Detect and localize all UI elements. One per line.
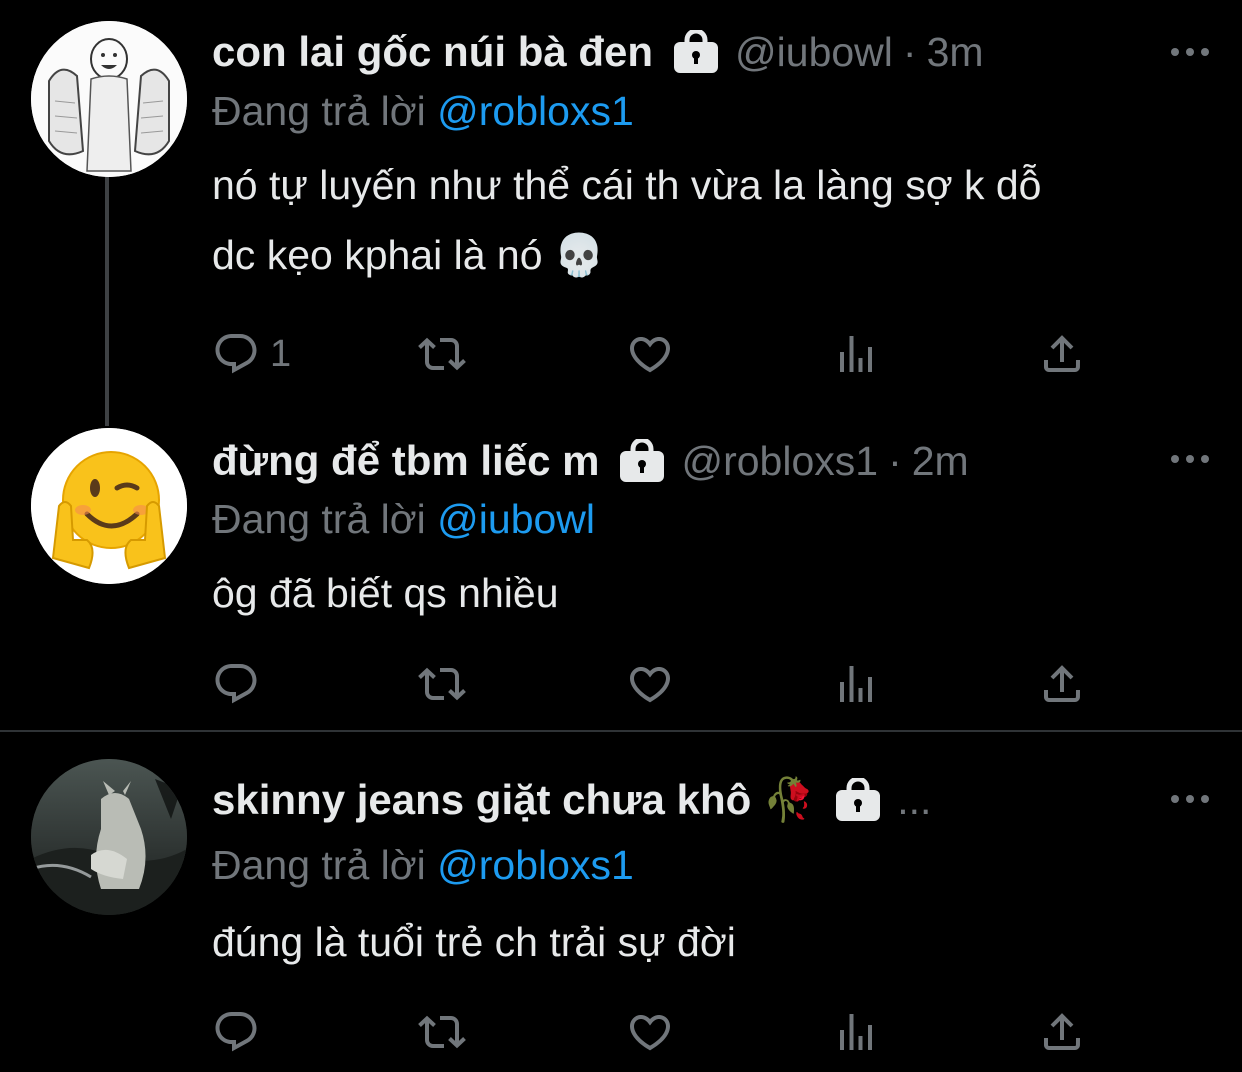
replying-prefix: Đang trả lời: [212, 88, 426, 134]
more-icon[interactable]: [1168, 449, 1212, 469]
share-button[interactable]: [1038, 324, 1086, 384]
views-button[interactable]: [832, 654, 880, 714]
reply-button[interactable]: [212, 654, 270, 714]
views-button[interactable]: [832, 1002, 880, 1062]
tweet-text: ôg đã biết qs nhiều: [212, 558, 1212, 628]
tweet-text-line: dc kẹo kphai là nó 💀: [212, 232, 605, 278]
retweet-button[interactable]: [418, 324, 466, 384]
views-icon: [832, 1008, 880, 1056]
reply-icon: [212, 660, 260, 708]
reply-icon: [212, 330, 260, 378]
tweet-header: skinny jeans giặt chưa khô 🥀 ...: [212, 770, 931, 830]
tweet-header: con lai gốc núi bà đen @iubowl · 3m: [212, 22, 984, 82]
like-icon: [626, 660, 674, 708]
username-handle-truncated[interactable]: ...: [897, 777, 931, 824]
avatar[interactable]: [31, 428, 187, 584]
tweet-text-line: đúng là tuổi trẻ ch trải sự đời: [212, 919, 736, 965]
separator-dot: ·: [888, 437, 902, 484]
timestamp[interactable]: 3m: [927, 29, 984, 76]
like-icon: [626, 330, 674, 378]
avatar[interactable]: [31, 21, 187, 177]
share-button[interactable]: [1038, 654, 1086, 714]
username-handle[interactable]: @iubowl: [735, 29, 893, 76]
replying-prefix: Đang trả lời: [212, 496, 426, 542]
retweet-icon: [418, 330, 466, 378]
share-icon: [1038, 330, 1086, 378]
mention-link[interactable]: @robloxs1: [437, 842, 634, 888]
share-icon: [1038, 660, 1086, 708]
tweet-2[interactable]: đừng để tbm liếc m @robloxs1 · 2m Đang t…: [0, 420, 1242, 730]
timestamp[interactable]: 2m: [912, 438, 969, 485]
display-name[interactable]: đừng để tbm liếc m: [212, 437, 599, 485]
lock-icon: [673, 30, 719, 74]
lock-icon: [619, 439, 665, 483]
thumbs-up-sketch-avatar-icon: [31, 21, 187, 177]
like-icon: [626, 1008, 674, 1056]
more-icon[interactable]: [1168, 789, 1212, 809]
tweet-text: đúng là tuổi trẻ ch trải sự đời: [212, 907, 1212, 977]
reply-button[interactable]: [212, 1002, 270, 1062]
tweet-text-line: nó tự luyến như thể cái th vừa la làng s…: [212, 162, 1042, 208]
replying-to: Đang trả lời @robloxs1: [212, 842, 634, 889]
tweet-text: nó tự luyến như thể cái th vừa la làng s…: [212, 150, 1212, 290]
display-name[interactable]: skinny jeans giặt chưa khô 🥀: [212, 776, 815, 825]
separator-dot: ·: [902, 28, 917, 75]
replying-to: Đang trả lời @robloxs1: [212, 88, 634, 135]
reply-count: 1: [270, 332, 292, 375]
share-button[interactable]: [1038, 1002, 1086, 1062]
retweet-button[interactable]: [418, 1002, 466, 1062]
tweet-header: đừng để tbm liếc m @robloxs1 · 2m: [212, 431, 969, 491]
replying-to: Đang trả lời @iubowl: [212, 496, 595, 543]
views-button[interactable]: [832, 324, 880, 384]
tweet-text-line: ôg đã biết qs nhiều: [212, 570, 559, 616]
werewolf-art-avatar-icon: [31, 759, 187, 915]
like-button[interactable]: [626, 1002, 674, 1062]
winking-emoji-avatar-icon: [31, 428, 187, 584]
retweet-icon: [418, 660, 466, 708]
display-name[interactable]: con lai gốc núi bà đen: [212, 28, 653, 76]
username-handle[interactable]: @robloxs1: [681, 438, 878, 485]
views-icon: [832, 330, 880, 378]
replying-prefix: Đang trả lời: [212, 842, 426, 888]
more-icon[interactable]: [1168, 42, 1212, 62]
views-icon: [832, 660, 880, 708]
like-button[interactable]: [626, 324, 674, 384]
reply-icon: [212, 1008, 260, 1056]
retweet-button[interactable]: [418, 654, 466, 714]
action-bar: [212, 1002, 1092, 1062]
lock-icon: [835, 778, 881, 822]
tweet-1[interactable]: con lai gốc núi bà đen @iubowl · 3m Đang…: [0, 0, 1242, 420]
avatar[interactable]: [31, 759, 187, 915]
like-button[interactable]: [626, 654, 674, 714]
tweet-3[interactable]: skinny jeans giặt chưa khô 🥀 ... Đang tr…: [0, 732, 1242, 1072]
reply-button[interactable]: 1: [212, 324, 291, 384]
share-icon: [1038, 1008, 1086, 1056]
action-bar: 1: [212, 324, 1092, 384]
mention-link[interactable]: @iubowl: [437, 496, 595, 542]
mention-link[interactable]: @robloxs1: [437, 88, 634, 134]
retweet-icon: [418, 1008, 466, 1056]
action-bar: [212, 654, 1092, 714]
